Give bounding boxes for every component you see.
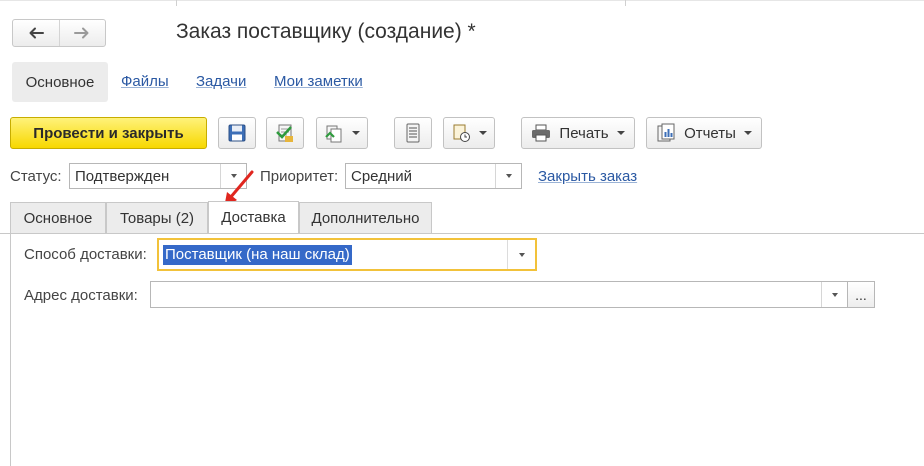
priority-dropdown-button[interactable] — [495, 164, 521, 188]
create-based-on-icon — [325, 125, 342, 143]
forward-button[interactable] — [58, 20, 106, 46]
save-button[interactable] — [218, 117, 256, 149]
tabs-divider — [0, 233, 924, 234]
delivery-address-select-button[interactable]: ... — [848, 281, 875, 308]
document-structure-icon — [406, 123, 420, 143]
tab-additional[interactable]: Дополнительно — [299, 202, 432, 233]
priority-label: Приоритет: — [260, 168, 339, 185]
chevron-down-icon — [479, 131, 487, 135]
tab-main[interactable]: Основное — [10, 202, 106, 233]
chevron-down-icon — [831, 292, 838, 297]
delivery-address-dropdown-button[interactable] — [821, 282, 847, 307]
top-tab-my-notes[interactable]: Мои заметки — [274, 73, 363, 90]
create-based-on-button[interactable] — [316, 117, 368, 149]
chevron-down-icon — [616, 131, 625, 135]
post-and-close-button[interactable]: Провести и закрыть — [10, 117, 207, 149]
attachments-button[interactable] — [443, 117, 495, 149]
chevron-down-icon — [505, 174, 512, 178]
document-structure-button[interactable] — [394, 117, 432, 149]
floppy-disk-icon — [228, 124, 246, 142]
history-nav — [12, 19, 106, 47]
reports-button-label: Отчеты — [684, 124, 736, 142]
top-tab-files[interactable]: Файлы — [121, 73, 169, 90]
arrow-left-icon — [29, 27, 44, 39]
print-button-label: Печать — [559, 124, 609, 142]
printer-icon — [532, 124, 551, 142]
delivery-method-value: Поставщик (на наш склад) — [163, 244, 352, 265]
tab-delivery[interactable]: Доставка — [208, 201, 299, 233]
top-tab-tasks[interactable]: Задачи — [196, 73, 246, 90]
files-clock-icon — [453, 124, 470, 142]
close-order-link[interactable]: Закрыть заказ — [538, 168, 637, 185]
delivery-address-field[interactable] — [150, 281, 848, 308]
priority-value: Средний — [351, 167, 412, 185]
reports-icon — [657, 123, 675, 142]
chevron-down-icon — [518, 252, 525, 257]
post-button[interactable] — [266, 117, 304, 149]
chevron-down-icon — [743, 131, 752, 135]
chevron-down-icon — [352, 131, 360, 135]
post-document-icon — [276, 124, 293, 142]
arrow-right-icon — [74, 27, 89, 39]
print-button[interactable]: Печать — [521, 117, 635, 149]
delivery-method-dropdown-button[interactable] — [507, 240, 535, 269]
top-tab-main[interactable]: Основное — [12, 62, 108, 102]
priority-select[interactable]: Средний — [345, 163, 522, 189]
status-label: Статус: — [10, 168, 62, 185]
back-button[interactable] — [13, 20, 59, 46]
delivery-method-select[interactable]: Поставщик (на наш склад) — [157, 238, 537, 271]
top-divider — [176, 0, 177, 6]
top-divider — [625, 0, 626, 6]
delivery-method-label: Способ доставки: — [24, 246, 147, 263]
panel-border — [10, 234, 11, 466]
tab-goods[interactable]: Товары (2) — [106, 202, 208, 233]
top-border — [0, 0, 924, 1]
page-title: Заказ поставщику (создание) * — [176, 20, 476, 43]
reports-button[interactable]: Отчеты — [646, 117, 762, 149]
delivery-address-label: Адрес доставки: — [24, 287, 138, 304]
status-value: Подтвержден — [75, 167, 170, 185]
